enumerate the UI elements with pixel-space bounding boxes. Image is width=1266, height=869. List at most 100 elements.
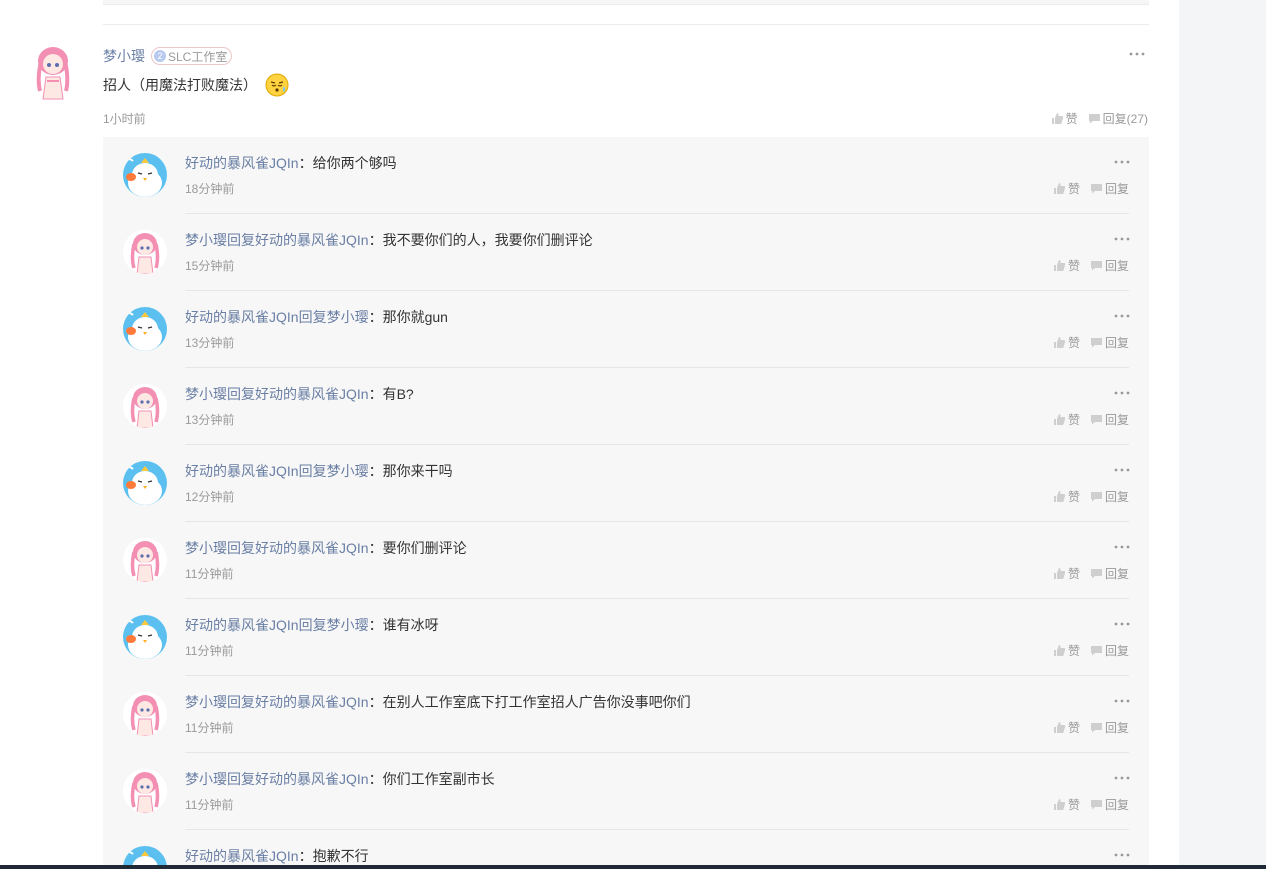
more-dots-icon[interactable] (1113, 386, 1131, 400)
reply-target[interactable]: 梦小璎 (327, 463, 369, 479)
reply-button[interactable]: 回复 (1090, 257, 1129, 274)
reply-target[interactable]: 梦小璎 (327, 309, 369, 325)
user-avatar-bird[interactable] (123, 153, 167, 197)
user-avatar-girl[interactable] (33, 43, 73, 101)
reply-label: 回复 (1104, 721, 1129, 735)
comment-bubble-icon (1090, 569, 1102, 579)
reply-button[interactable]: 回复 (1090, 334, 1129, 351)
reply-target[interactable]: 好动的暴风雀JQIn (255, 386, 369, 402)
reply-author[interactable]: 梦小璎 (185, 694, 227, 710)
reply-button[interactable]: 回复 (27) (1088, 110, 1148, 127)
like-button[interactable]: 赞 (1053, 488, 1080, 505)
reply-item: 梦小璎回复好动的暴风雀JQIn：我不要你们的人，我要你们删评论 15分钟前 赞 … (103, 214, 1149, 291)
reply-author[interactable]: 好动的暴风雀JQIn (185, 155, 299, 171)
user-avatar-girl[interactable] (123, 230, 167, 274)
reply-text-line: 好动的暴风雀JQIn：抱歉不行 (185, 846, 369, 866)
more-dots-icon[interactable] (1113, 232, 1131, 246)
reply-time: 11分钟前 (185, 567, 234, 581)
like-label: 赞 (1067, 798, 1080, 812)
reply-body: 我不要你们的人，我要你们删评论 (382, 232, 593, 248)
reply-item: 梦小璎回复好动的暴风雀JQIn：要你们删评论 11分钟前 赞 回复 (103, 522, 1149, 599)
reply-target[interactable]: 好动的暴风雀JQIn (255, 540, 369, 556)
reply-author[interactable]: 好动的暴风雀JQIn (185, 463, 299, 479)
reply-author[interactable]: 梦小璎 (185, 386, 227, 402)
reply-author[interactable]: 好动的暴风雀JQIn (185, 309, 299, 325)
like-button[interactable]: 赞 (1053, 642, 1080, 659)
reply-author[interactable]: 好动的暴风雀JQIn (185, 617, 299, 633)
reply-button[interactable]: 回复 (1090, 488, 1129, 505)
reply-connector: 回复 (227, 694, 255, 710)
reply-label: 回复 (1104, 567, 1129, 581)
like-label: 赞 (1067, 567, 1080, 581)
user-avatar-girl[interactable] (123, 538, 167, 582)
thumb-up-icon (1053, 414, 1066, 425)
like-button[interactable]: 赞 (1053, 796, 1080, 813)
reply-item: 好动的暴风雀JQIn：抱歉不行 赞 回复 (103, 830, 1149, 869)
reply-count: (27) (1126, 111, 1148, 126)
like-label: 赞 (1067, 413, 1080, 427)
reply-button[interactable]: 回复 (1090, 796, 1129, 813)
main-comment-text: 招人（用魔法打败魔法） (103, 77, 257, 93)
reply-author[interactable]: 梦小璎 (185, 232, 227, 248)
reply-body: 谁有冰呀 (382, 617, 439, 633)
more-dots-icon[interactable] (1113, 463, 1131, 477)
reply-target[interactable]: 好动的暴风雀JQIn (255, 771, 369, 787)
reply-actions: 赞 回复 (1043, 180, 1129, 197)
reply-author[interactable]: 梦小璎 (185, 771, 227, 787)
reply-text-line: 梦小璎回复好动的暴风雀JQIn：我不要你们的人，我要你们删评论 (185, 230, 593, 250)
reply-text-line: 梦小璎回复好动的暴风雀JQIn：有B? (185, 384, 414, 404)
replies-list: 好动的暴风雀JQIn：给你两个够吗 18分钟前 赞 回复 梦小璎回复好动的暴风雀… (103, 137, 1149, 869)
reply-time: 18分钟前 (185, 182, 235, 196)
reply-body: 那你来干吗 (382, 463, 453, 479)
more-dots-icon[interactable] (1113, 617, 1131, 631)
studio-badge[interactable]: 2 SLC工作室 (151, 47, 233, 65)
like-button[interactable]: 赞 (1053, 411, 1080, 428)
reply-button[interactable]: 回复 (1090, 180, 1129, 197)
like-button[interactable]: 赞 (1053, 565, 1080, 582)
like-label: 赞 (1067, 644, 1080, 658)
reply-author[interactable]: 梦小璎 (185, 540, 227, 556)
like-button[interactable]: 赞 (1053, 257, 1080, 274)
reply-target[interactable]: 好动的暴风雀JQIn (255, 232, 369, 248)
reply-author[interactable]: 好动的暴风雀JQIn (185, 848, 299, 864)
user-avatar-girl[interactable] (123, 384, 167, 428)
more-dots-icon[interactable] (1113, 540, 1131, 554)
reply-label: 回复 (1104, 259, 1129, 273)
reply-target[interactable]: 好动的暴风雀JQIn (255, 694, 369, 710)
like-label: 赞 (1065, 112, 1078, 126)
user-avatar-bird[interactable] (123, 461, 167, 505)
user-avatar-girl[interactable] (123, 692, 167, 736)
reply-body: 要你们删评论 (382, 540, 467, 556)
more-dots-icon[interactable] (1128, 47, 1146, 61)
sweat-face-emoji (265, 73, 289, 97)
reply-text-line: 梦小璎回复好动的暴风雀JQIn：在别人工作室底下打工作室招人广告你没事吧你们 (185, 692, 691, 712)
like-button[interactable]: 赞 (1053, 334, 1080, 351)
reply-label: 回复 (1104, 798, 1129, 812)
like-button[interactable]: 赞 (1053, 180, 1080, 197)
reply-button[interactable]: 回复 (1090, 411, 1129, 428)
reply-button[interactable]: 回复 (1090, 719, 1129, 736)
reply-text-line: 梦小璎回复好动的暴风雀JQIn：你们工作室副市长 (185, 769, 495, 789)
more-dots-icon[interactable] (1113, 694, 1131, 708)
like-button[interactable]: 赞 (1051, 110, 1078, 127)
reply-label: 回复 (1104, 644, 1129, 658)
reply-button[interactable]: 回复 (1090, 565, 1129, 582)
reply-target[interactable]: 梦小璎 (327, 617, 369, 633)
main-comment-username[interactable]: 梦小璎 (103, 46, 145, 66)
more-dots-icon[interactable] (1113, 771, 1131, 785)
reply-button[interactable]: 回复 (1090, 642, 1129, 659)
reply-actions: 赞 回复 (1043, 411, 1129, 428)
user-avatar-bird[interactable] (123, 307, 167, 351)
user-avatar-bird[interactable] (123, 615, 167, 659)
thumb-up-icon (1053, 337, 1066, 348)
reply-label: 回复 (1104, 413, 1129, 427)
thumb-up-icon (1053, 260, 1066, 271)
user-avatar-girl[interactable] (123, 769, 167, 813)
comment-bubble-icon (1090, 184, 1102, 194)
like-button[interactable]: 赞 (1053, 719, 1080, 736)
more-dots-icon[interactable] (1113, 848, 1131, 862)
more-dots-icon[interactable] (1113, 309, 1131, 323)
reply-connector: 回复 (227, 540, 255, 556)
like-label: 赞 (1067, 259, 1080, 273)
more-dots-icon[interactable] (1113, 155, 1131, 169)
